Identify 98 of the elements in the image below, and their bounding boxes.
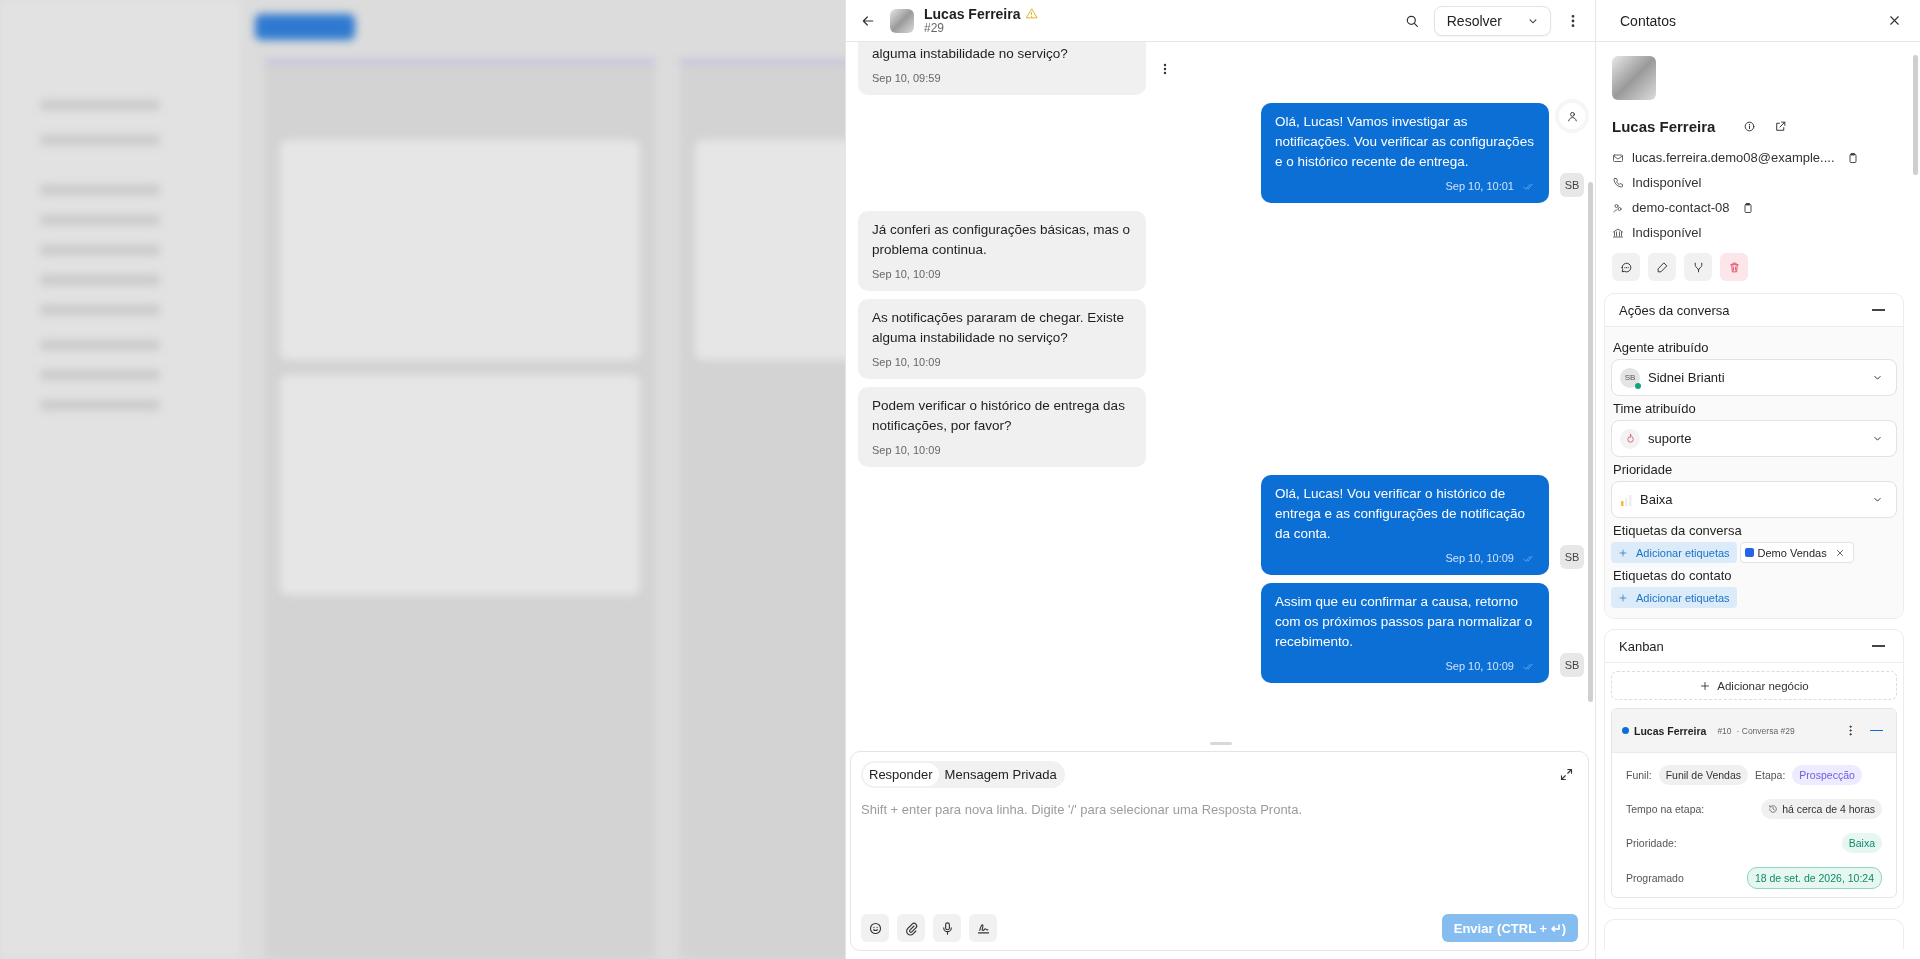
deal-name: Lucas Ferreira bbox=[1634, 724, 1707, 737]
time-in-stage-pill: há cerca de 4 horas bbox=[1761, 799, 1882, 819]
priority-select[interactable]: Baixa bbox=[1611, 481, 1897, 518]
section-title: Kanban bbox=[1619, 638, 1664, 654]
priority-pill: Baixa bbox=[1841, 833, 1882, 853]
stage-pill: Prospecção bbox=[1792, 765, 1862, 785]
chat-bubble-icon bbox=[1619, 260, 1633, 274]
resize-handle[interactable] bbox=[1209, 742, 1232, 745]
message-time: Sep 10, 10:09 bbox=[872, 355, 941, 370]
plus-icon bbox=[1618, 547, 1628, 558]
info-icon bbox=[1743, 120, 1757, 133]
message-text: Já conferi as configurações básicas, mas o problema continua. bbox=[872, 221, 1132, 259]
add-labels-button[interactable]: Adicionar etiquetas bbox=[1611, 587, 1737, 608]
pencil-icon bbox=[1655, 260, 1669, 274]
panel-title: Contatos bbox=[1620, 12, 1677, 29]
agent-select[interactable]: SB Sidnei Brianti bbox=[1611, 359, 1897, 396]
agent-avatar: SB bbox=[1560, 545, 1584, 569]
funnel-pill: Funil de Vendas bbox=[1658, 765, 1748, 785]
field-label: Etiquetas do contato bbox=[1613, 568, 1733, 583]
field-label: Programado bbox=[1626, 872, 1684, 884]
building-icon bbox=[1612, 226, 1624, 239]
field-label: Funil: bbox=[1626, 769, 1652, 781]
trash-icon bbox=[1727, 260, 1741, 274]
delete-button[interactable] bbox=[1720, 253, 1748, 281]
deal-number: #10 bbox=[1717, 725, 1732, 736]
history-icon bbox=[1768, 804, 1779, 814]
signature-button[interactable] bbox=[969, 914, 997, 942]
field-label: Prioridade: bbox=[1626, 837, 1677, 849]
minus-icon bbox=[1870, 729, 1883, 732]
deal-status-dot bbox=[1622, 727, 1629, 734]
reply-mode-tab[interactable]: Responder bbox=[863, 763, 939, 786]
field-label: Etiquetas da conversa bbox=[1613, 523, 1743, 538]
expand-icon bbox=[1559, 767, 1574, 782]
contact-photo-placeholder bbox=[890, 8, 914, 33]
reply-mode-tab[interactable]: Mensagem Privada bbox=[938, 763, 1063, 786]
audio-button[interactable] bbox=[933, 914, 961, 942]
message-text: Podem verificar o histórico de entrega das notificações, por favor? bbox=[872, 397, 1126, 435]
message-time: Sep 10, 10:09 bbox=[872, 267, 941, 282]
reply-composer[interactable]: Responder Mensagem Privada Shift + enter para nova linha. Digite '/' para selecionar uma Resposta Pronta. Enviar (CTRL + ↵) bbox=[850, 751, 1589, 951]
edit-button[interactable] bbox=[1648, 253, 1676, 281]
clipboard-icon bbox=[1741, 201, 1754, 214]
conversation-number: #29 bbox=[924, 21, 946, 36]
message-text: Olá, Lucas! Vamos investigar as notificações. Vou verificar as configurações e o histórico recente de entrega. bbox=[1275, 113, 1535, 171]
plus-icon bbox=[1699, 679, 1712, 692]
message-time: Sep 10, 10:09 bbox=[1445, 551, 1514, 566]
new-message-button[interactable] bbox=[1612, 253, 1640, 281]
message-text: Olá, Lucas! Vou verificar o histórico de entrega e as configurações de notificação da conta. bbox=[1275, 485, 1526, 543]
emoji-icon bbox=[867, 920, 883, 936]
person-icon bbox=[1565, 109, 1579, 123]
scrollbar[interactable] bbox=[1913, 55, 1918, 175]
add-labels-button[interactable]: Adicionar etiquetas bbox=[1611, 542, 1737, 563]
plus-icon bbox=[1618, 592, 1628, 603]
contact-name: Lucas Ferreira bbox=[1612, 118, 1716, 135]
priority-bars-icon bbox=[1620, 493, 1632, 506]
minus-icon bbox=[1872, 309, 1885, 311]
deal-conversation: · Conversa #29 bbox=[1736, 725, 1795, 736]
message-time: Sep 10, 10:01 bbox=[1445, 179, 1514, 194]
flame-icon bbox=[1624, 433, 1636, 444]
field-label: Tempo na etapa: bbox=[1626, 803, 1705, 815]
message-text: alguma instabilidade no serviço? bbox=[872, 45, 1069, 63]
agent-avatar: SB bbox=[1560, 653, 1584, 677]
warning-icon bbox=[1024, 7, 1038, 21]
contact-detail: lucas.ferreira.demo08@example.... bbox=[1632, 150, 1835, 165]
contact-detail: Indisponível bbox=[1632, 225, 1702, 240]
message-time: Sep 10, 10:09 bbox=[872, 443, 941, 458]
contact-name: Lucas Ferreira bbox=[924, 5, 1021, 22]
add-deal-button[interactable]: Adicionar negócio bbox=[1611, 671, 1897, 700]
attach-button[interactable] bbox=[897, 914, 925, 942]
message-time: Sep 10, 09:59 bbox=[872, 71, 941, 86]
external-link-icon bbox=[1774, 120, 1788, 133]
close-icon bbox=[1834, 547, 1845, 558]
close-icon bbox=[1887, 13, 1902, 28]
section-title: Ações da conversa bbox=[1619, 302, 1730, 318]
agent-avatar: SB bbox=[1560, 173, 1584, 197]
contact-detail: Indisponível bbox=[1632, 175, 1702, 190]
field-label: Etapa: bbox=[1755, 769, 1786, 781]
message-text: As notificações pararam de chegar. Existe alguma instabilidade no serviço? bbox=[872, 309, 1126, 347]
clipboard-icon bbox=[1846, 151, 1859, 164]
scheduled-date-pill: 18 de set. de 2026, 10:24 bbox=[1746, 867, 1882, 889]
field-label: Prioridade bbox=[1613, 462, 1674, 477]
contact-button[interactable] bbox=[1559, 103, 1585, 129]
minus-icon bbox=[1872, 645, 1885, 647]
field-label: Agente atribuído bbox=[1613, 340, 1710, 355]
emoji-button[interactable] bbox=[861, 914, 889, 942]
contact-photo-placeholder bbox=[1612, 56, 1656, 100]
message-text: Assim que eu confirmar a causa, retorno com os próximos passos para normalizar o recebimento. bbox=[1275, 593, 1534, 651]
resolve-button[interactable]: Resolver bbox=[1433, 5, 1551, 36]
team-select[interactable]: suporte bbox=[1611, 420, 1897, 457]
envelope-icon bbox=[1612, 151, 1624, 164]
phone-icon bbox=[1612, 176, 1624, 189]
field-label: Time atribuído bbox=[1613, 401, 1697, 416]
agent-avatar: SB bbox=[1620, 367, 1640, 388]
label-tag: Demo Vendas bbox=[1739, 542, 1854, 563]
scrollbar[interactable] bbox=[1588, 182, 1593, 702]
contact-detail: demo-contact-08 bbox=[1632, 200, 1730, 215]
message-time: Sep 10, 10:09 bbox=[1445, 659, 1514, 674]
people-icon bbox=[1612, 201, 1624, 214]
paperclip-icon bbox=[903, 920, 919, 936]
